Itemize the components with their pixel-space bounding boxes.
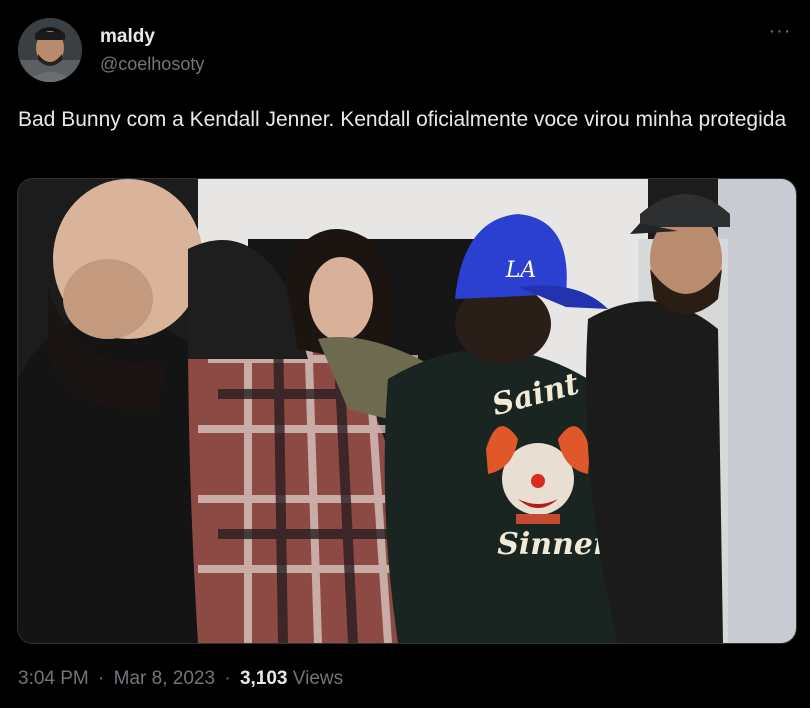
views-label: Views xyxy=(292,668,344,689)
tweet-time[interactable]: 3:04 PM xyxy=(18,668,89,689)
tweet-card: maldy @coelhosoty ··· Bad Bunny com a Ke… xyxy=(0,0,810,708)
tweet-photo[interactable]: LA Saint Sinner xyxy=(17,178,797,644)
photo-image: LA Saint Sinner xyxy=(18,179,796,643)
author-handle[interactable]: @coelhosoty xyxy=(100,53,204,75)
tweet-date[interactable]: Mar 8, 2023 xyxy=(114,668,215,689)
views-count: 3,103 xyxy=(239,668,288,689)
author-display-name[interactable]: maldy xyxy=(100,26,155,48)
avatar[interactable] xyxy=(18,18,82,82)
meta-separator-2: · xyxy=(224,668,231,689)
meta-separator: · xyxy=(98,668,105,689)
more-options-button[interactable]: ··· xyxy=(766,21,794,44)
more-horizontal-icon: ··· xyxy=(768,20,792,42)
avatar-image xyxy=(18,18,82,82)
tweet-text: Bad Bunny com a Kendall Jenner. Kendall … xyxy=(18,108,787,131)
cap-logo: LA xyxy=(505,258,537,283)
tweet-meta: 3:04 PM · Mar 8, 2023 · 3,103 Views xyxy=(18,667,343,691)
jacket-text-bottom: Sinner xyxy=(497,527,611,562)
